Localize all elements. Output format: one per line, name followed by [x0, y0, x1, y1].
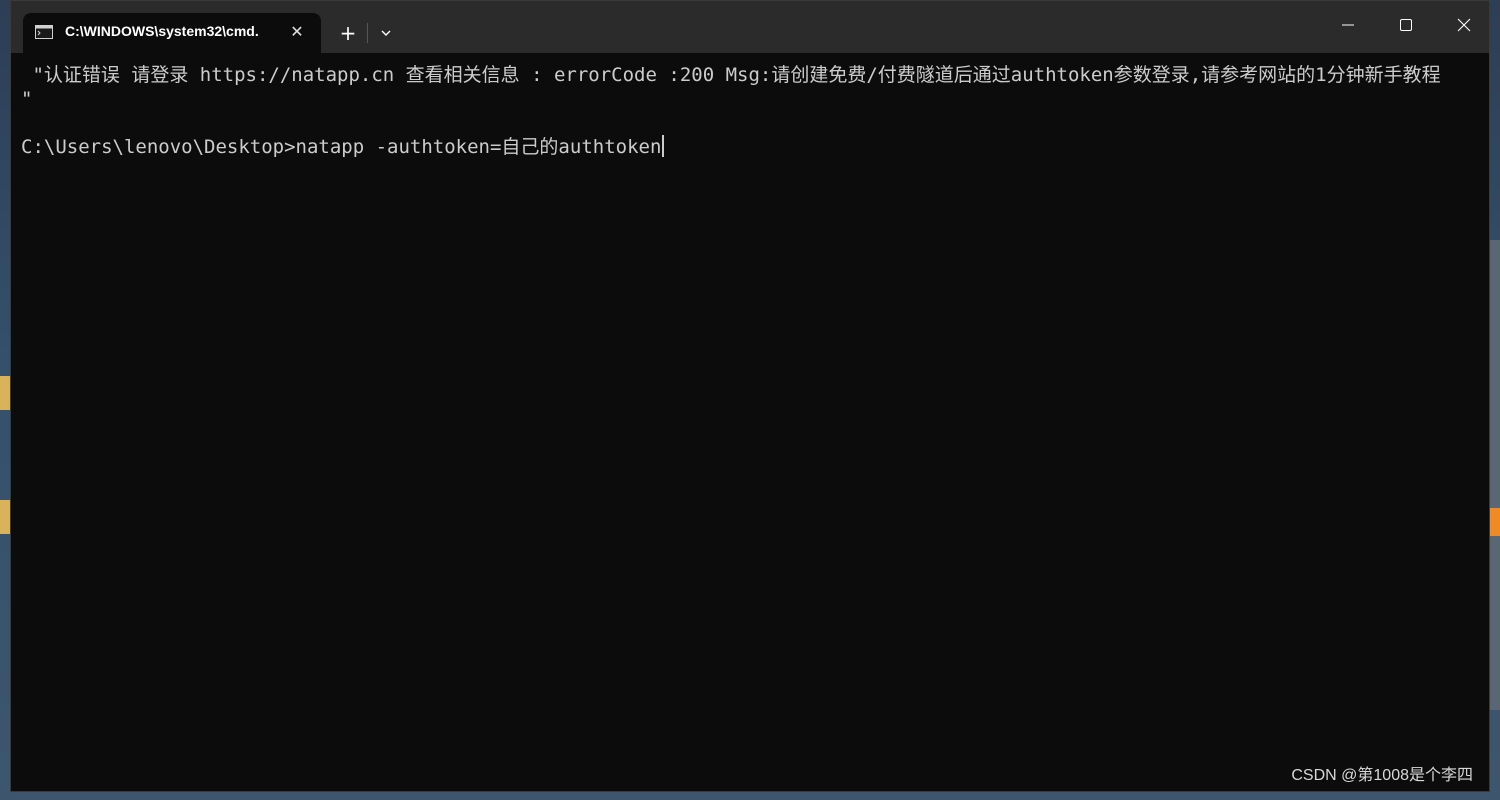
close-tab-icon[interactable]: ✕ — [287, 22, 307, 42]
terminal-window: C:\WINDOWS\system32\cmd. ✕ + "认证错误 请登录 h… — [10, 0, 1490, 792]
chevron-down-icon[interactable] — [373, 20, 399, 46]
terminal-line-prompt: C:\Users\lenovo\Desktop>natapp -authtoke… — [21, 135, 1461, 159]
close-icon[interactable] — [1435, 1, 1493, 49]
tab-divider — [367, 23, 368, 43]
minimize-icon[interactable] — [1319, 1, 1377, 49]
console-icon — [35, 24, 53, 43]
new-tab-button[interactable]: + — [335, 20, 361, 46]
command-prompt-text: C:\Users\lenovo\Desktop>natapp -authtoke… — [21, 136, 662, 158]
terminal-line-error: "认证错误 请登录 https://natapp.cn 查看相关信息 : err… — [21, 64, 1487, 110]
desktop-icon-fragment — [0, 500, 10, 534]
watermark: CSDN @第1008是个李四 — [1291, 767, 1473, 784]
terminal-tab[interactable]: C:\WINDOWS\system32\cmd. ✕ — [23, 13, 321, 53]
terminal-output[interactable]: "认证错误 请登录 https://natapp.cn 查看相关信息 : err… — [11, 53, 1489, 791]
tab-title: C:\WINDOWS\system32\cmd. — [65, 23, 259, 39]
title-bar: C:\WINDOWS\system32\cmd. ✕ + — [11, 1, 1489, 53]
desktop-icon-fragment — [0, 376, 10, 410]
maximize-icon[interactable] — [1377, 1, 1435, 49]
text-cursor — [662, 135, 665, 157]
